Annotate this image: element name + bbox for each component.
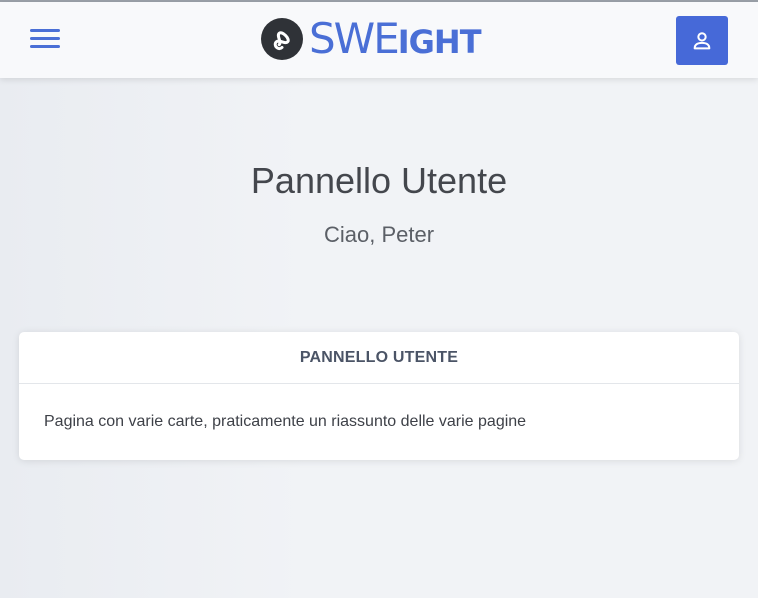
user-panel-card: PANNELLO UTENTE Pagina con varie carte, … [19, 332, 739, 460]
logo-text-swe: SWE [309, 14, 400, 63]
user-account-button[interactable] [676, 16, 728, 65]
logo-text-ight: IGHT [397, 23, 482, 61]
logo[interactable]: SWE IGHT [261, 14, 482, 63]
navbar: SWE IGHT [0, 2, 758, 78]
card-body: Pagina con varie carte, praticamente un … [44, 413, 527, 430]
hamburger-menu-icon[interactable] [30, 29, 60, 49]
page-title: Pannello Utente [250, 160, 508, 201]
user-icon [693, 31, 711, 49]
card-header: PANNELLO UTENTE [19, 332, 739, 384]
greeting-text: Ciao, Peter [323, 222, 435, 247]
page: SWE IGHT Pannello Utente Ciao, Peter PAN… [0, 0, 758, 598]
infinity-logo-icon [261, 18, 303, 60]
logo-text: SWE IGHT [309, 14, 482, 63]
